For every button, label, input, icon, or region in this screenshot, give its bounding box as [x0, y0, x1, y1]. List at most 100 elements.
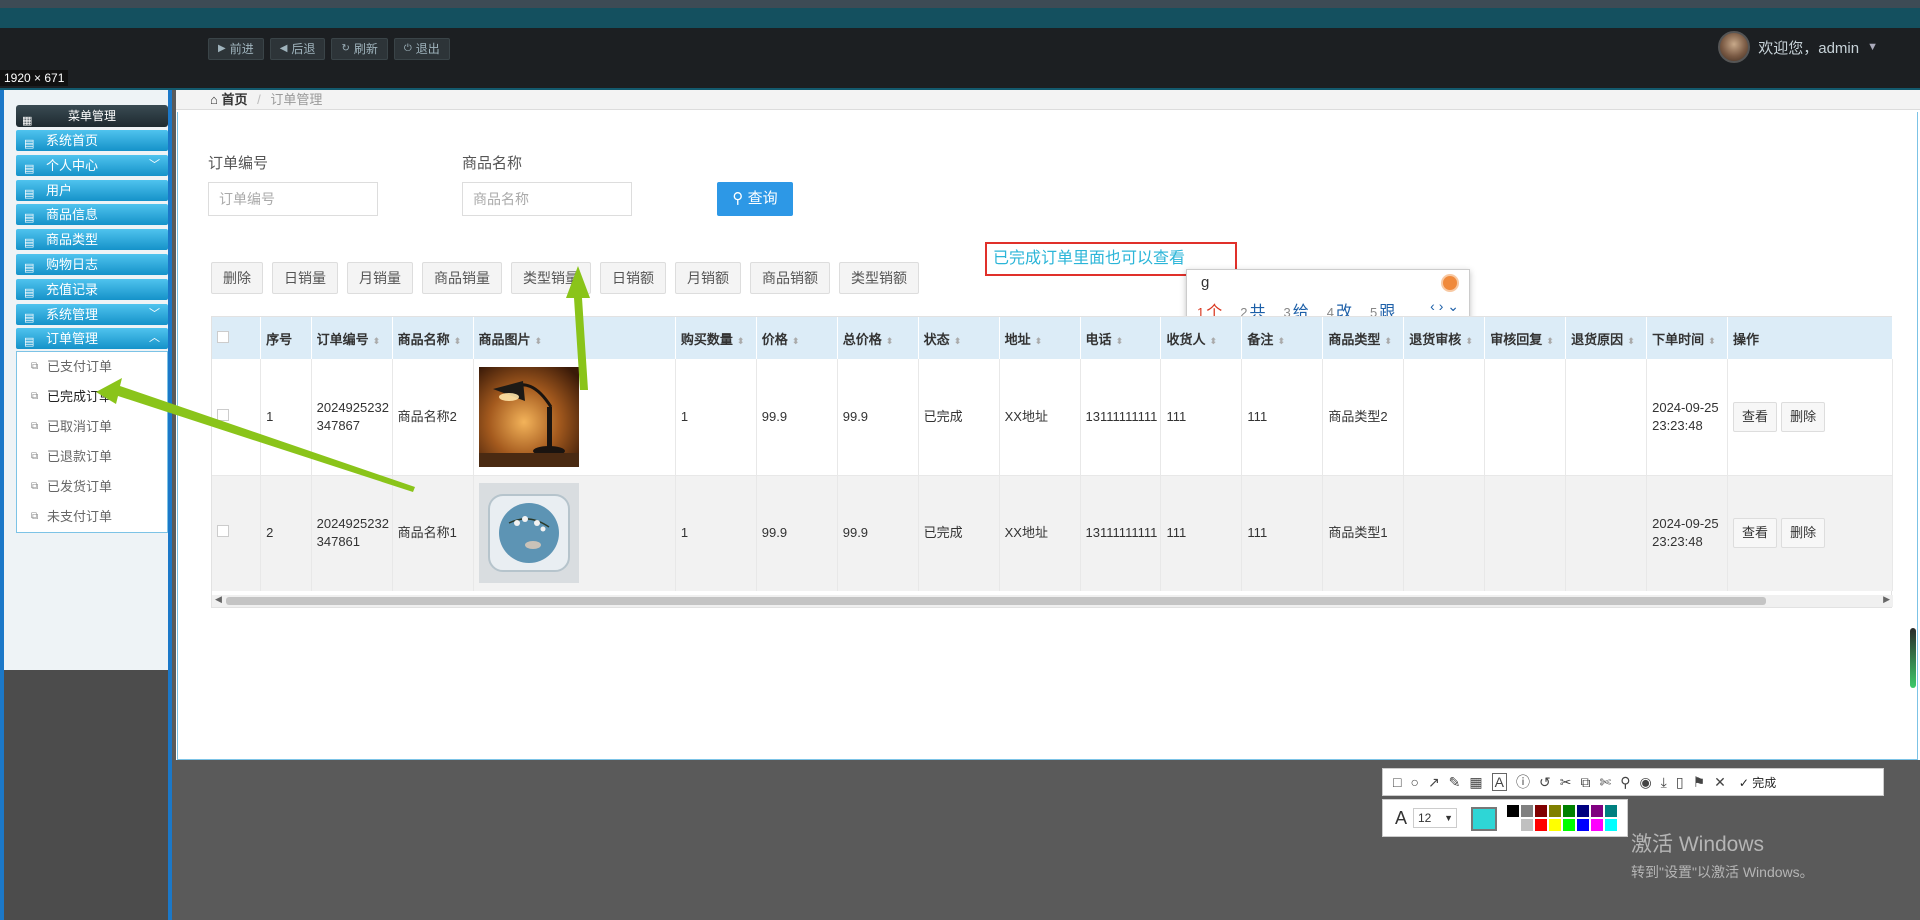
sidebar-item-home[interactable]: ▤ 系统首页 [16, 130, 168, 151]
color-swatch[interactable] [1549, 805, 1561, 817]
sidebar-item-recharge[interactable]: ▤ 充值记录 [16, 278, 168, 300]
select-all-checkbox[interactable] [217, 330, 229, 343]
color-swatch[interactable] [1563, 819, 1575, 831]
font-size-select[interactable]: 12 ▼ [1413, 808, 1457, 828]
row-checkbox[interactable] [217, 525, 229, 538]
column-header[interactable]: 价格 ⬍ [756, 317, 838, 359]
daily-sales-qty-button[interactable]: 日销量 [272, 262, 338, 294]
ime-page-nav-icon[interactable]: ‹ › ⌄ [1430, 298, 1459, 315]
scroll-left-icon[interactable]: ◀ [215, 594, 222, 605]
color-swatch[interactable] [1605, 819, 1617, 831]
refresh-button[interactable]: ↻ 刷新 [331, 38, 388, 60]
pencil-icon[interactable]: ✎ [1449, 774, 1461, 791]
column-header[interactable]: 退货原因 ⬍ [1565, 317, 1648, 359]
type-revenue-button[interactable]: 类型销额 [839, 262, 919, 294]
select-all-header[interactable] [212, 317, 262, 359]
order-no-input[interactable]: 订单编号 [208, 182, 378, 216]
sort-icon[interactable]: ⬍ [1210, 336, 1218, 346]
sort-icon[interactable]: ⬍ [1035, 336, 1043, 346]
sort-icon[interactable]: ⬍ [792, 336, 800, 346]
submenu-cancelled-orders[interactable]: ⧉ 已取消订单 [17, 412, 167, 442]
color-swatch[interactable] [1507, 805, 1519, 817]
pin-icon[interactable]: ⚲ [1620, 774, 1630, 791]
download-icon[interactable]: ⤓ [1661, 774, 1667, 791]
bookmark-icon[interactable]: ⚑ [1693, 774, 1706, 791]
mosaic-icon[interactable]: ▦ [1469, 774, 1482, 791]
sidebar-item-profile[interactable]: ▤ 个人中心 ﹀ [16, 154, 168, 176]
column-header[interactable]: 商品图片 ⬍ [473, 317, 676, 359]
row-delete-button[interactable]: 删除 [1781, 401, 1826, 432]
back-button[interactable]: ◀ 后退 [269, 38, 326, 60]
color-swatch[interactable] [1549, 819, 1561, 831]
column-header[interactable]: 审核回复 ⬍ [1484, 317, 1567, 359]
color-swatch[interactable] [1535, 819, 1547, 831]
breadcrumb-home[interactable]: 首页 [221, 92, 247, 107]
color-swatch[interactable] [1521, 805, 1533, 817]
sort-icon[interactable]: ⬍ [737, 336, 745, 346]
column-header[interactable]: 收货人 ⬍ [1160, 317, 1243, 359]
product-sales-qty-button[interactable]: 商品销量 [422, 262, 502, 294]
sidebar-item-system[interactable]: ▤ 系统管理 ﹀ [16, 303, 168, 325]
horizontal-scrollbar[interactable]: ◀ ▶ [212, 594, 1893, 607]
monthly-sales-qty-button[interactable]: 月销量 [347, 262, 413, 294]
submenu-refunded-orders[interactable]: ⧉ 已退款订单 [17, 442, 167, 472]
submenu-unpaid-orders[interactable]: ⧉ 未支付订单 [17, 502, 167, 532]
submenu-completed-orders[interactable]: ⧉ 已完成订单 [17, 382, 167, 412]
submenu-paid-orders[interactable]: ⧉ 已支付订单 [17, 352, 167, 382]
done-button[interactable]: ✓ 完成 [1739, 774, 1776, 791]
column-header[interactable]: 电话 ⬍ [1080, 317, 1162, 359]
scissors-icon[interactable]: ✄ [1599, 774, 1611, 791]
product-name-input[interactable]: 商品名称 [462, 182, 632, 216]
row-delete-button[interactable]: 删除 [1781, 518, 1826, 549]
row-checkbox[interactable] [217, 408, 229, 421]
sort-icon[interactable]: ⬍ [1546, 336, 1554, 346]
close-icon[interactable]: ✕ [1714, 774, 1726, 791]
text-tool-icon[interactable]: A [1491, 773, 1507, 791]
number-icon[interactable]: ⓘ [1516, 772, 1530, 792]
crop-icon[interactable]: ✂ [1560, 774, 1572, 791]
column-header[interactable]: 状态 ⬍ [918, 317, 1000, 359]
column-header[interactable]: 商品名称 ⬍ [392, 317, 474, 359]
sort-icon[interactable]: ⬍ [1116, 336, 1124, 346]
view-button[interactable]: 查看 [1733, 401, 1778, 432]
scroll-right-icon[interactable]: ▶ [1883, 594, 1890, 605]
column-header[interactable]: 订单编号 ⬍ [311, 317, 393, 359]
query-button[interactable]: ⚲ 查询 [717, 182, 793, 216]
color-swatch[interactable] [1507, 819, 1519, 831]
monthly-revenue-button[interactable]: 月销额 [675, 262, 741, 294]
sidebar-item-product-types[interactable]: ▤ 商品类型 [16, 229, 168, 251]
view-button[interactable]: 查看 [1733, 518, 1778, 549]
submenu-shipped-orders[interactable]: ⧉ 已发货订单 [17, 472, 167, 502]
column-header[interactable]: 下单时间 ⬍ [1646, 317, 1729, 359]
column-header[interactable]: 总价格 ⬍ [837, 317, 919, 359]
record-icon[interactable]: ◉ [1639, 774, 1651, 791]
arrow-icon[interactable]: ↗ [1428, 774, 1440, 791]
sort-icon[interactable]: ⬍ [886, 336, 894, 346]
color-swatch[interactable] [1577, 819, 1589, 831]
column-header[interactable]: 购买数量 ⬍ [675, 317, 757, 359]
phone-icon[interactable]: ▯ [1676, 774, 1684, 791]
user-menu[interactable]: 欢迎您，admin ▼ [1718, 31, 1878, 63]
sort-icon[interactable]: ⬍ [1627, 336, 1635, 346]
column-header[interactable]: 地址 ⬍ [999, 317, 1081, 359]
color-swatch[interactable] [1591, 805, 1603, 817]
color-swatch[interactable] [1535, 805, 1547, 817]
delete-button[interactable]: 删除 [211, 262, 263, 294]
ellipse-icon[interactable]: ○ [1410, 774, 1418, 790]
rectangle-icon[interactable]: □ [1393, 774, 1401, 790]
sidebar-item-shopping-log[interactable]: ▤ 购物日志 [16, 253, 168, 275]
product-revenue-button[interactable]: 商品销额 [750, 262, 830, 294]
color-swatch[interactable] [1605, 805, 1617, 817]
sort-icon[interactable]: ⬍ [535, 336, 543, 346]
daily-revenue-button[interactable]: 日销额 [600, 262, 666, 294]
copy-icon[interactable]: ⧉ [1580, 774, 1590, 791]
forward-button[interactable]: ▶ 前进 [208, 38, 264, 60]
scrollbar-thumb[interactable] [226, 597, 1766, 605]
sort-icon[interactable]: ⬍ [454, 336, 462, 346]
sort-icon[interactable]: ⬍ [373, 336, 381, 346]
sidebar-item-products[interactable]: ▤ 商品信息 [16, 204, 168, 226]
sort-icon[interactable]: ⬍ [954, 336, 962, 346]
sort-icon[interactable]: ⬍ [1384, 336, 1392, 346]
logout-button[interactable]: ⏻ 退出 [393, 38, 450, 60]
undo-icon[interactable]: ↺ [1539, 774, 1551, 791]
